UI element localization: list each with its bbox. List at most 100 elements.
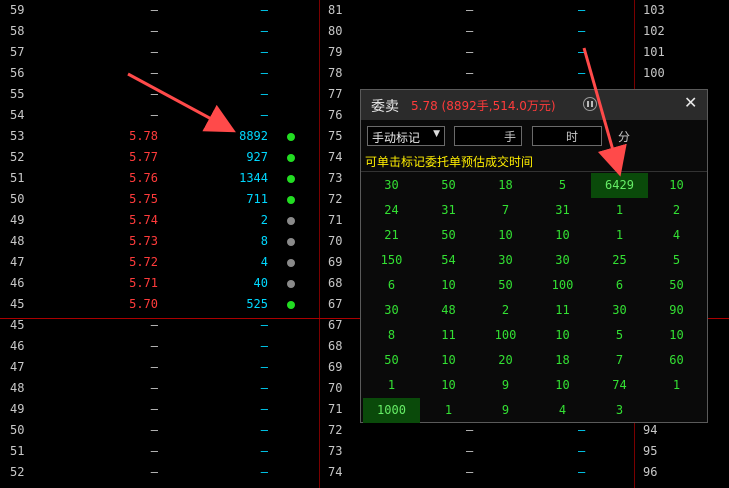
order-cell[interactable]: 50 xyxy=(420,173,477,198)
order-cell[interactable]: 30 xyxy=(363,173,420,198)
right-level: 102 xyxy=(643,24,665,38)
order-cell[interactable]: 7 xyxy=(477,198,534,223)
order-cell[interactable]: 50 xyxy=(363,348,420,373)
status-dot xyxy=(287,154,295,162)
order-cell[interactable] xyxy=(648,398,705,423)
order-cell[interactable]: 20 xyxy=(477,348,534,373)
order-cell[interactable]: 1000 xyxy=(363,398,420,423)
order-cell[interactable]: 10 xyxy=(420,348,477,373)
order-cell[interactable]: 6429 xyxy=(591,173,648,198)
order-cell[interactable]: 10 xyxy=(648,173,705,198)
right-level: 103 xyxy=(643,3,665,17)
mid-level: 69 xyxy=(328,255,343,269)
order-cell[interactable]: 25 xyxy=(591,248,648,273)
close-button[interactable]: ✕ xyxy=(684,93,697,112)
mark-mode-select[interactable]: 手动标记 ▼ xyxy=(367,126,445,146)
order-cell[interactable]: 6 xyxy=(591,273,648,298)
order-cell[interactable]: 11 xyxy=(420,323,477,348)
order-cell[interactable]: 31 xyxy=(534,198,591,223)
order-cell[interactable]: 1 xyxy=(363,373,420,398)
order-cell[interactable]: 30 xyxy=(591,298,648,323)
order-cell[interactable]: 7 xyxy=(591,348,648,373)
order-cell[interactable]: 10 xyxy=(420,373,477,398)
price-value: 5.71 xyxy=(129,276,158,290)
order-cell[interactable]: 30 xyxy=(477,248,534,273)
mid-level: 70 xyxy=(328,381,343,395)
status-dot xyxy=(287,280,295,288)
order-cell[interactable]: 50 xyxy=(477,273,534,298)
order-cell[interactable]: 54 xyxy=(420,248,477,273)
mid-level: 81 xyxy=(328,3,343,17)
order-cell[interactable]: 150 xyxy=(363,248,420,273)
order-cell[interactable]: 100 xyxy=(534,273,591,298)
order-cell[interactable]: 21 xyxy=(363,223,420,248)
order-cell[interactable]: 10 xyxy=(534,223,591,248)
order-cell[interactable]: 9 xyxy=(477,398,534,423)
order-volume: – xyxy=(260,108,268,122)
mid-value: – xyxy=(466,423,474,437)
price-value: – xyxy=(150,318,158,332)
order-cell[interactable]: 74 xyxy=(591,373,648,398)
order-cell[interactable]: 30 xyxy=(363,298,420,323)
order-cell[interactable]: 100 xyxy=(477,323,534,348)
table-row: 59 – – 81 – – 103 xyxy=(0,1,729,22)
popup-title: 委卖 xyxy=(371,99,399,115)
order-cell[interactable]: 9 xyxy=(477,373,534,398)
order-cell[interactable]: 10 xyxy=(534,323,591,348)
mid-value: – xyxy=(466,3,474,17)
order-volume: – xyxy=(260,66,268,80)
order-cell[interactable]: 30 xyxy=(534,248,591,273)
order-cell[interactable]: 10 xyxy=(420,273,477,298)
order-cell[interactable]: 18 xyxy=(477,173,534,198)
order-volume: – xyxy=(260,24,268,38)
order-cell[interactable]: 10 xyxy=(477,223,534,248)
mid-level: 72 xyxy=(328,192,343,206)
order-cell[interactable]: 5 xyxy=(534,173,591,198)
order-cell[interactable]: 50 xyxy=(648,273,705,298)
order-cell[interactable]: 1 xyxy=(591,223,648,248)
mid-level: 75 xyxy=(328,129,343,143)
order-cell[interactable]: 11 xyxy=(534,298,591,323)
order-cell[interactable]: 18 xyxy=(534,348,591,373)
order-volume: 8892 xyxy=(239,129,268,143)
order-cell[interactable]: 50 xyxy=(420,223,477,248)
order-cell[interactable]: 2 xyxy=(648,198,705,223)
order-cell[interactable]: 31 xyxy=(420,198,477,223)
price-value: – xyxy=(150,3,158,17)
order-cell[interactable]: 3 xyxy=(591,398,648,423)
order-cell[interactable]: 4 xyxy=(534,398,591,423)
price-level: 50 xyxy=(10,192,25,206)
order-volume: – xyxy=(260,423,268,437)
order-queue-popup[interactable]: 委卖 5.78 (8892手,514.0万元) ✕ 手动标记 ▼ 手 时 分 可… xyxy=(360,89,708,423)
price-level: 45 xyxy=(10,318,25,332)
mid-level: 68 xyxy=(328,339,343,353)
mid-value: – xyxy=(466,45,474,59)
order-cell[interactable]: 8 xyxy=(363,323,420,348)
price-level: 56 xyxy=(10,66,25,80)
mid-volume: – xyxy=(578,444,586,458)
order-cell[interactable]: 1 xyxy=(648,373,705,398)
mid-level: 80 xyxy=(328,24,343,38)
pause-icon[interactable] xyxy=(583,97,597,111)
order-cell[interactable]: 5 xyxy=(648,248,705,273)
order-cell[interactable]: 4 xyxy=(648,223,705,248)
order-cell[interactable]: 1 xyxy=(420,398,477,423)
right-level: 101 xyxy=(643,45,665,59)
right-level: 96 xyxy=(643,465,658,479)
table-row: 51 – – 73 – – 95 xyxy=(0,442,729,463)
mark-mode-value: 手动标记 xyxy=(372,131,421,145)
order-cell[interactable]: 10 xyxy=(534,373,591,398)
order-cell[interactable]: 1 xyxy=(591,198,648,223)
order-volume: – xyxy=(260,360,268,374)
order-cell[interactable]: 6 xyxy=(363,273,420,298)
order-cell[interactable]: 90 xyxy=(648,298,705,323)
order-cell[interactable]: 10 xyxy=(648,323,705,348)
order-cell[interactable]: 48 xyxy=(420,298,477,323)
order-cell[interactable]: 2 xyxy=(477,298,534,323)
price-value: – xyxy=(150,381,158,395)
mid-level: 73 xyxy=(328,171,343,185)
hint-text: 可单击标记委托单预估成交时间 xyxy=(365,155,534,169)
order-cell[interactable]: 24 xyxy=(363,198,420,223)
order-cell[interactable]: 5 xyxy=(591,323,648,348)
order-cell[interactable]: 60 xyxy=(648,348,705,373)
